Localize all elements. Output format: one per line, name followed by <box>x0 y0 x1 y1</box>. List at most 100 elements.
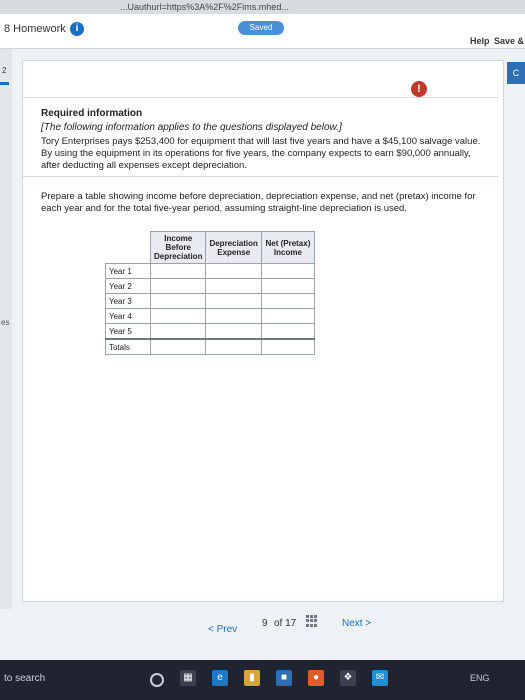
input-year-5-income[interactable] <box>151 324 203 338</box>
cell-year-5-income[interactable] <box>149 323 207 340</box>
edge-browser-icon[interactable]: e <box>212 670 228 686</box>
row-label-year-1: Year 1 <box>105 263 151 279</box>
table-row-totals: Totals <box>105 338 315 355</box>
current-question-indicator <box>0 82 9 85</box>
grid-icon[interactable] <box>306 615 318 627</box>
cell-year-5-net[interactable] <box>260 323 315 340</box>
question-card: ! Required information [The following in… <box>22 60 504 602</box>
input-year-2-depreciation[interactable] <box>206 279 259 293</box>
cell-totals-income[interactable] <box>149 338 207 355</box>
cell-year-5-depreciation[interactable] <box>205 323 262 340</box>
app-icon[interactable]: ❖ <box>340 670 356 686</box>
check-button[interactable]: C <box>507 62 525 84</box>
grid-icon-dot <box>314 623 317 627</box>
cell-year-4-depreciation[interactable] <box>205 308 262 324</box>
homework-title: 8 Homework <box>4 23 66 35</box>
cell-totals-net[interactable] <box>260 338 315 355</box>
browser-url-strip: ...Uauthurl=https%3A%2F%2Fims.mhed... <box>0 0 525 14</box>
input-year-5-net[interactable] <box>261 324 314 338</box>
table-corner-header <box>105 231 151 264</box>
app-header: 8 Homework i Saved Help Save & <box>0 14 525 49</box>
saved-status-badge: Saved <box>238 21 284 35</box>
grid-icon-dot <box>306 623 309 627</box>
os-taskbar: to search ▦ e ▮ ■ ● ❖ ✉ ENG <box>0 660 525 700</box>
input-totals-income[interactable] <box>151 340 203 354</box>
cell-year-1-net[interactable] <box>260 263 315 279</box>
input-year-2-net[interactable] <box>261 279 314 293</box>
current-page-number: 9 <box>262 618 268 629</box>
store-icon[interactable]: ■ <box>276 670 292 686</box>
input-totals-depreciation[interactable] <box>206 340 259 354</box>
required-information-body: Tory Enterprises pays $253,400 for equip… <box>41 136 481 171</box>
pagination-bar: < Prev 9 of 17 Next > <box>22 612 502 656</box>
page: ...Uauthurl=https%3A%2F%2Fims.mhed... 8 … <box>0 0 525 700</box>
cell-year-1-depreciation[interactable] <box>205 263 262 279</box>
required-information-note: [The following information applies to th… <box>41 122 342 133</box>
input-year-4-net[interactable] <box>261 309 314 323</box>
save-exit-button[interactable]: Save & <box>494 36 524 46</box>
grid-icon-dot <box>310 623 313 627</box>
depreciation-table: Income Before Depreciation Depreciation … <box>105 231 315 355</box>
row-label-year-4: Year 4 <box>105 308 151 324</box>
cell-year-1-income[interactable] <box>149 263 207 279</box>
header-depreciation-expense: Depreciation Expense <box>205 231 262 264</box>
task-view-icon[interactable]: ▦ <box>180 670 196 686</box>
grid-icon-dot <box>306 615 309 618</box>
cell-year-3-net[interactable] <box>260 293 315 309</box>
grid-icon-dot <box>310 615 313 618</box>
alert-icon: ! <box>411 81 427 97</box>
table-row: Year 4 <box>105 308 315 324</box>
next-button[interactable]: Next > <box>342 618 371 629</box>
table-header-row: Income Before Depreciation Depreciation … <box>105 231 315 264</box>
grid-icon-dot <box>310 619 313 623</box>
prev-button[interactable]: < Prev <box>208 624 237 635</box>
cell-year-4-income[interactable] <box>149 308 207 324</box>
grid-icon-dot <box>314 619 317 623</box>
cell-year-3-depreciation[interactable] <box>205 293 262 309</box>
question-sidebar <box>0 49 12 609</box>
grid-icon-dot <box>314 615 317 618</box>
cell-year-2-net[interactable] <box>260 278 315 294</box>
input-year-4-income[interactable] <box>151 309 203 323</box>
input-year-2-income[interactable] <box>151 279 203 293</box>
table-row: Year 3 <box>105 293 315 309</box>
input-year-1-depreciation[interactable] <box>206 264 259 278</box>
info-icon[interactable]: i <box>70 22 84 36</box>
required-information-panel: Required information [The following info… <box>23 97 499 177</box>
cell-year-2-depreciation[interactable] <box>205 278 262 294</box>
input-totals-net[interactable] <box>261 340 314 354</box>
table-row: Year 1 <box>105 263 315 279</box>
row-label-year-3: Year 3 <box>105 293 151 309</box>
sidebar-truncated-label: es <box>1 318 10 327</box>
cell-totals-depreciation[interactable] <box>205 338 262 355</box>
table-row: Year 5 <box>105 323 315 340</box>
input-year-3-net[interactable] <box>261 294 314 308</box>
cell-year-4-net[interactable] <box>260 308 315 324</box>
input-year-5-depreciation[interactable] <box>206 324 259 338</box>
grid-icon-dot <box>306 619 309 623</box>
cell-year-3-income[interactable] <box>149 293 207 309</box>
mail-icon[interactable]: ✉ <box>372 670 388 686</box>
system-tray[interactable]: ENG <box>470 673 490 683</box>
input-year-3-income[interactable] <box>151 294 203 308</box>
question-number[interactable]: 2 <box>2 66 6 75</box>
row-label-year-2: Year 2 <box>105 278 151 294</box>
office-icon[interactable]: ● <box>308 670 324 686</box>
header-net-pretax-income: Net (Pretax) Income <box>260 231 315 264</box>
input-year-1-income[interactable] <box>151 264 203 278</box>
row-label-year-5: Year 5 <box>105 323 151 340</box>
file-explorer-icon[interactable]: ▮ <box>244 670 260 686</box>
table-row: Year 2 <box>105 278 315 294</box>
taskbar-search[interactable]: to search <box>4 673 45 684</box>
input-year-4-depreciation[interactable] <box>206 309 259 323</box>
cortana-icon[interactable] <box>150 673 164 687</box>
required-information-title: Required information <box>41 108 143 119</box>
input-year-3-depreciation[interactable] <box>206 294 259 308</box>
header-income-before-depreciation: Income Before Depreciation <box>149 231 207 264</box>
question-prompt: Prepare a table showing income before de… <box>41 191 476 214</box>
cell-year-2-income[interactable] <box>149 278 207 294</box>
page-total-label: of 17 <box>274 618 297 629</box>
help-button[interactable]: Help <box>470 36 490 46</box>
row-label-totals: Totals <box>105 338 151 355</box>
input-year-1-net[interactable] <box>261 264 314 278</box>
